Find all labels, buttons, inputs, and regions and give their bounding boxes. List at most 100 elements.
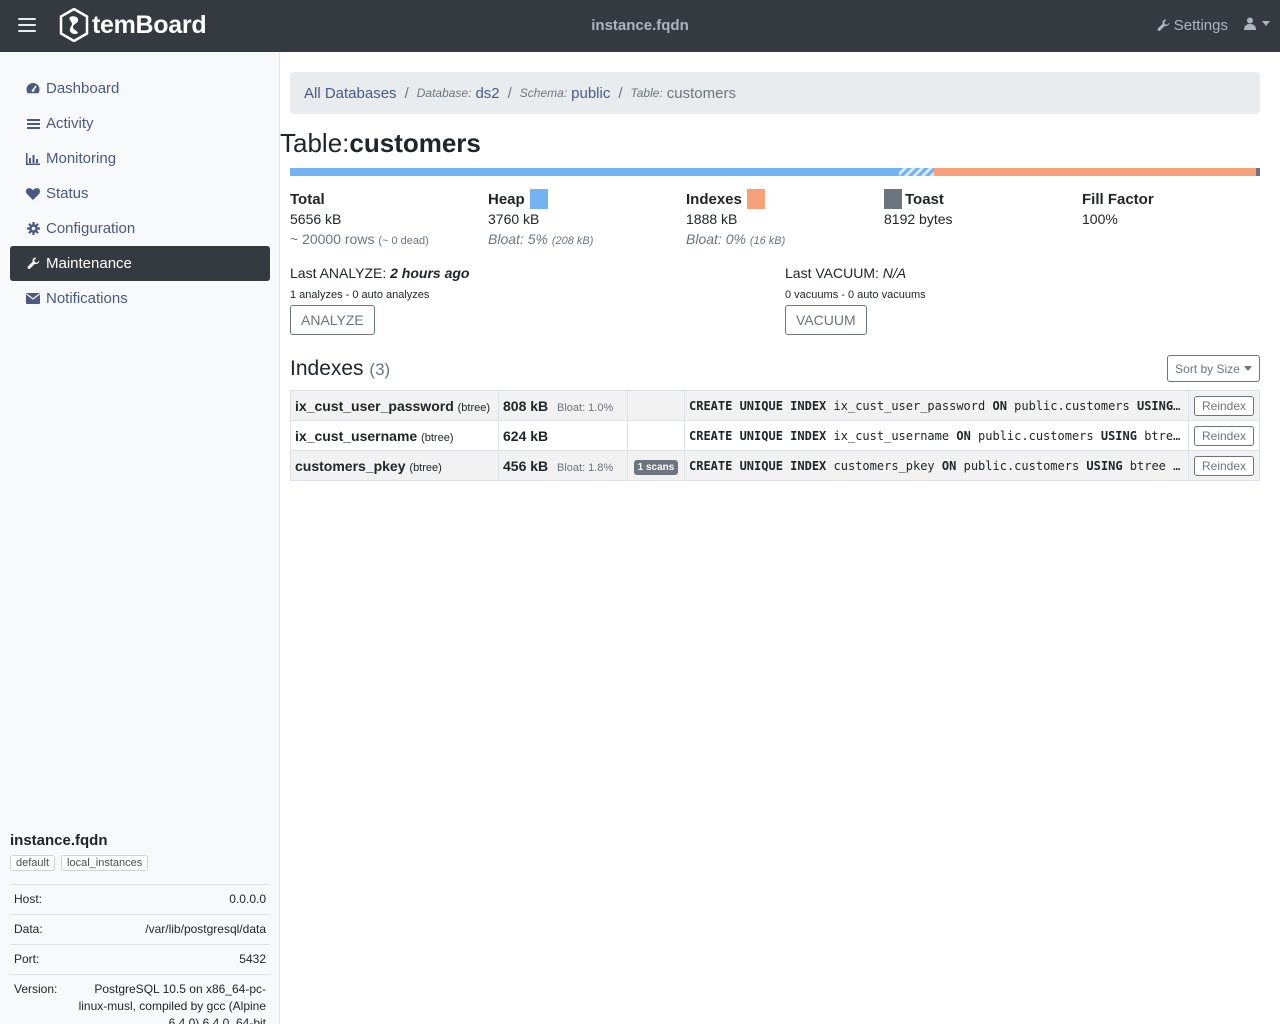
stat-indexes: Indexes 1888 kB Bloat: 0% (16 kB) [686,189,876,247]
sql-keyword: USING [1086,458,1123,473]
dashboard-icon [26,82,40,96]
info-key: Port: [14,952,40,966]
brand-logo-link[interactable]: temBoard [58,8,207,42]
breadcrumb-all-databases[interactable]: All Databases [304,85,397,102]
stat-value: 5656 kB [290,211,342,227]
size-bar-heap-bloat [899,168,934,176]
breadcrumb-label: Database: [416,86,472,100]
last-analyze-time: 2 hours ago [390,265,470,281]
indexes-title: Indexes [290,357,364,380]
list-icon [26,117,40,131]
sort-by-size-dropdown[interactable]: Sort by Size [1167,355,1260,382]
user-menu-button[interactable] [1244,17,1270,30]
indexes-heading: Indexes (3) [290,357,390,381]
sidebar-item-label: Notifications [46,290,128,307]
sidebar-item-activity[interactable]: Activity [10,106,270,141]
sql-keyword: USING [1136,398,1174,413]
menu-toggle-icon[interactable] [18,18,36,34]
sql-keyword: ON [941,458,957,473]
breadcrumb-separator: / [618,84,623,102]
gear-icon [26,222,40,236]
breadcrumb-database[interactable]: ds2 [475,85,499,102]
info-key: Host: [14,892,43,906]
size-bar-indexes [934,168,1256,176]
envelope-icon [26,292,40,306]
sidebar-item-maintenance[interactable]: Maintenance [10,246,270,281]
index-bloat: Bloat: 1.8% [557,461,614,474]
sidebar-item-label: Monitoring [46,150,117,167]
sql-rest: btree (username) [1144,428,1187,443]
tag-badge: local_instances [61,855,149,871]
index-name-cell: ix_cust_username (btree) [290,420,499,451]
index-definition: CREATE UNIQUE INDEX customers_pkey ON pu… [684,450,1189,481]
last-analyze-label: Last ANALYZE: [290,265,387,281]
index-scans-cell [627,390,685,421]
stat-value: 3760 kB [488,211,540,227]
index-type: (btree) [421,431,454,444]
stat-total: Total 5656 kB ~ 20000 rows (~ 0 dead) [290,189,480,248]
main-content: All Databases / Database: ds2 / Schema: … [280,52,1280,1024]
instance-info-panel: instance.fqdn default local_instances Ho… [10,832,270,1024]
vacuum-section: Last VACUUM: N/A 0 vacuums - 0 auto vacu… [785,265,926,335]
breadcrumb-schema[interactable]: public [571,85,610,102]
info-row-version: Version: PostgreSQL 10.5 on x86_64-pc-li… [10,974,270,1024]
page-title-prefix: Table: [280,128,350,158]
chevron-down-icon [1243,366,1252,371]
indexes-swatch [746,189,765,209]
reindex-button[interactable]: Reindex [1193,455,1255,476]
breadcrumb-separator: / [404,84,409,102]
top-navbar: temBoard instance.fqdn Settings [0,0,1280,52]
info-key: Version: [14,982,58,996]
sql-keyword: CREATE UNIQUE INDEX [689,428,827,443]
heart-icon [26,187,40,201]
sql-index-name: ix_cust_user_password [833,398,986,413]
index-definition: CREATE UNIQUE INDEX ix_cust_user_passwor… [684,390,1189,421]
reindex-button[interactable]: Reindex [1193,395,1255,416]
stat-value: 8192 bytes [884,211,953,227]
sql-keyword: CREATE UNIQUE INDEX [689,458,827,473]
index-definition: CREATE UNIQUE INDEX ix_cust_username ON … [684,420,1189,451]
sidebar-item-status[interactable]: Status [10,176,270,211]
chevron-down-icon [1262,21,1270,26]
index-size: 624 kB [503,427,549,444]
index-name: customers_pkey [295,457,406,474]
bloat-percent: Bloat: 0% [686,231,746,247]
sidebar-item-monitoring[interactable]: Monitoring [10,141,270,176]
brand-name: temBoard [92,10,207,39]
heap-swatch [529,189,548,209]
sidebar-item-notifications[interactable]: Notifications [10,281,270,316]
index-name: ix_cust_user_password [295,397,454,414]
index-bloat: Bloat: 1.0% [557,401,614,414]
instance-info-table: Host: 0.0.0.0 Data: /var/lib/postgresql/… [10,884,270,1024]
index-scans-cell [627,420,685,451]
sql-rest: btree (customerid) [1129,458,1188,473]
vacuum-counts: 0 vacuums - 0 auto vacuums [785,289,926,301]
index-type: (btree) [457,401,491,414]
index-name-cell: ix_cust_user_password (btree) [290,390,499,421]
index-size-cell: 808 kB Bloat: 1.0% [498,390,628,421]
vacuum-button[interactable]: VACUUM [785,305,867,335]
index-size: 456 kB [503,457,549,474]
info-value: /var/lib/postgresql/data [145,922,266,936]
settings-link[interactable]: Settings [1157,17,1228,34]
stat-rows: ~ 20000 rows (~ 0 dead) [290,231,480,247]
last-vacuum-time: N/A [882,265,907,281]
sql-keyword: CREATE UNIQUE INDEX [689,398,827,413]
sidebar-item-configuration[interactable]: Configuration [10,211,270,246]
reindex-button[interactable]: Reindex [1193,425,1255,446]
sql-keyword: ON [956,428,971,443]
sql-keyword: ON [992,398,1007,413]
info-key: Data: [14,922,43,936]
stat-bloat: Bloat: 5% (208 kB) [488,231,678,247]
analyze-button[interactable]: ANALYZE [290,305,375,335]
stat-bloat: Bloat: 0% (16 kB) [686,231,876,247]
user-icon [1244,17,1256,30]
sidebar-item-dashboard[interactable]: Dashboard [10,71,270,106]
sql-table: public.customers [978,428,1094,443]
index-size-cell: 456 kB Bloat: 1.8% [498,450,628,481]
breadcrumb-table: customers [666,84,736,102]
indexes-table: ix_cust_user_password (btree) 808 kB Bloa… [290,390,1260,481]
stat-heading: Toast [884,189,1074,209]
stat-label: Total [290,190,325,208]
rows-count: ~ 20000 rows [290,231,375,247]
